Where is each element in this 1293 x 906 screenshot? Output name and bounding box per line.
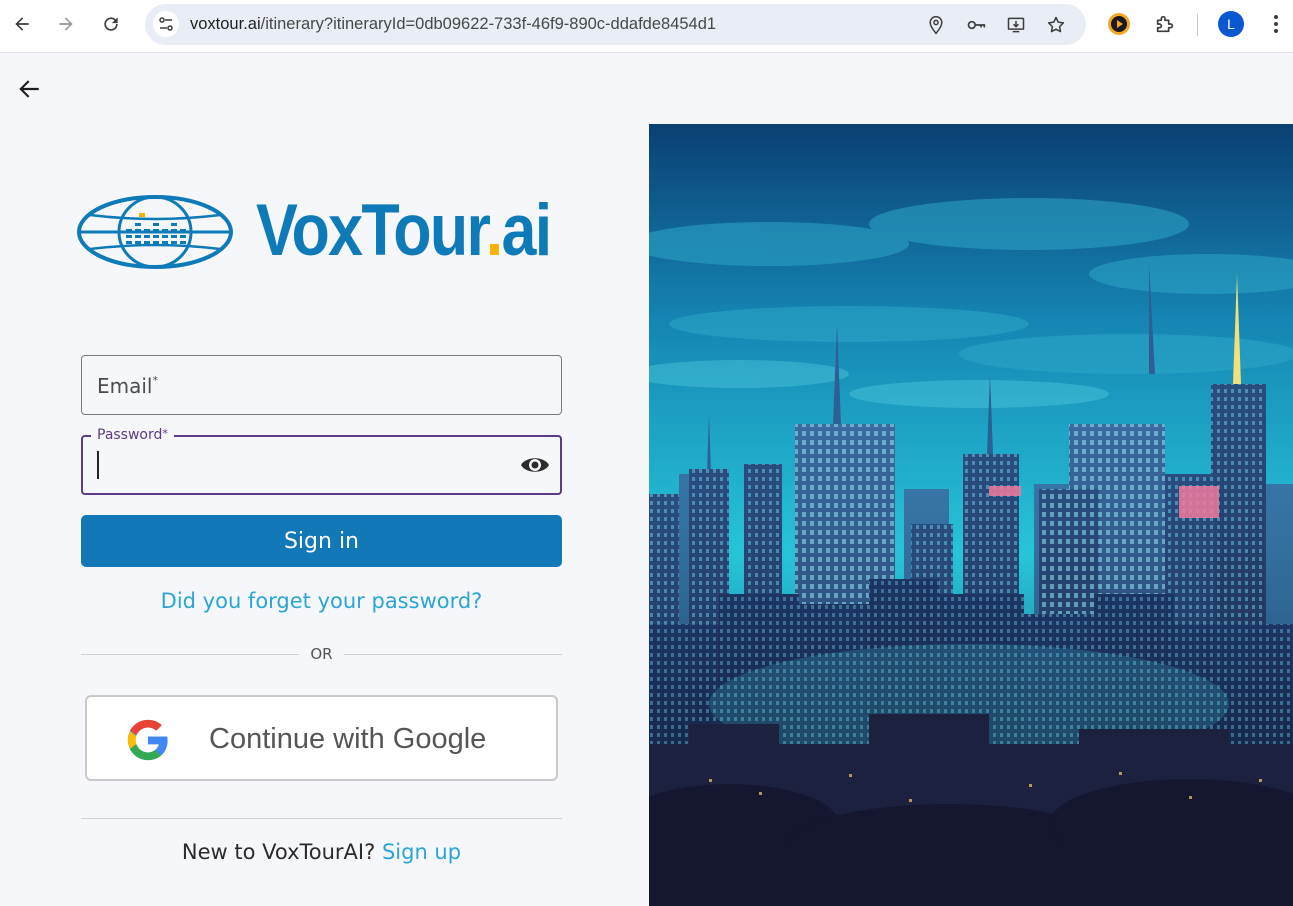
back-arrow-icon[interactable] [14,74,44,104]
globe-equalizer-icon [77,195,233,269]
email-placeholder: Email* [97,374,158,398]
password-label-text: Password [97,427,163,443]
sign-in-button[interactable]: Sign in [81,515,562,567]
signup-prompt: New to VoxTourAI? Sign up [81,840,562,864]
email-field[interactable]: Email* [81,355,562,415]
browser-menu-icon[interactable] [1263,11,1289,37]
email-label-text: Email [97,374,153,398]
or-divider: OR [81,645,562,665]
new-user-text: New to VoxTourAI? [181,840,376,864]
city-skyline-illustration [649,124,1293,906]
brand-name: VoxTour [256,190,488,271]
section-divider [81,818,562,819]
continue-with-google-button[interactable]: Continue with Google [85,695,558,781]
forgot-password-link[interactable]: Did you forget your password? [81,589,562,613]
password-floating-label: Password* [91,427,174,443]
password-required-mark: * [162,427,168,440]
location-icon[interactable] [924,13,948,37]
or-line-right [344,654,562,655]
url-path: /itinerary?itineraryId=0db09622-733f-46f… [260,15,717,33]
sign-up-link[interactable]: Sign up [382,840,461,864]
email-required-mark: * [152,374,159,387]
password-field[interactable]: Password* [81,427,562,495]
site-info-icon[interactable] [153,11,179,37]
brand-wordmark: VoxTour.ai [256,190,553,272]
browser-toolbar: voxtour.ai/itinerary?itineraryId=0db0962… [0,0,1293,53]
profile-avatar[interactable]: L [1218,11,1244,37]
extensions-puzzle-icon[interactable] [1152,11,1178,37]
address-bar[interactable]: voxtour.ai/itinerary?itineraryId=0db0962… [145,4,1086,45]
browser-forward-icon[interactable] [51,9,81,39]
brand-suffix: ai [501,190,553,271]
bookmark-star-icon[interactable] [1044,13,1068,37]
brand-dot: . [485,190,503,271]
install-app-icon[interactable] [1004,13,1028,37]
media-extension-icon[interactable] [1106,11,1132,37]
toolbar-divider [1197,14,1198,36]
url-text[interactable]: voxtour.ai/itinerary?itineraryId=0db0962… [190,15,716,34]
google-logo-icon [127,719,168,761]
password-key-icon[interactable] [964,13,988,37]
text-caret [97,451,99,479]
browser-reload-icon[interactable] [96,9,126,39]
google-button-label: Continue with Google [209,723,487,755]
show-password-eye-icon[interactable] [520,454,550,476]
browser-back-icon[interactable] [7,9,37,39]
url-host: voxtour.ai [190,15,261,33]
